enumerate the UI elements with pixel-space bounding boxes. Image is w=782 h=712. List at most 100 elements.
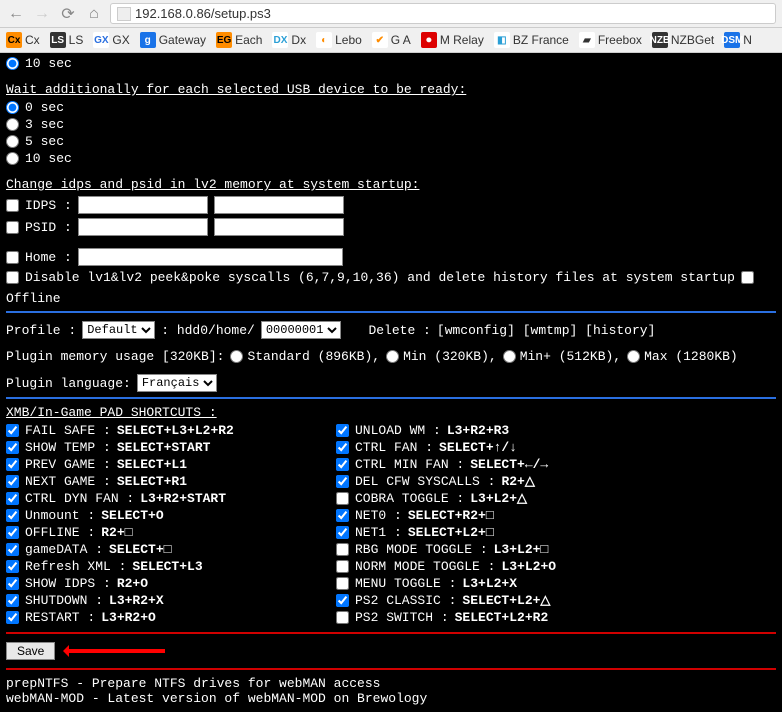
shortcut-label: NORM MODE TOGGLE : (355, 559, 495, 574)
bookmark-item[interactable]: CxCx (6, 32, 40, 48)
forward-button[interactable]: → (32, 4, 52, 24)
memory-radio[interactable] (230, 350, 243, 363)
profile-path-select[interactable]: 00000001 (261, 321, 341, 339)
language-select[interactable]: Français (137, 374, 217, 392)
offline-checkbox[interactable] (741, 271, 754, 284)
usb-wait-label: 10 sec (25, 151, 72, 166)
shortcut-checkbox[interactable] (6, 526, 19, 539)
shortcut-row: SHUTDOWN : L3+R2+X (6, 592, 306, 609)
bookmark-item[interactable]: ✔G A (372, 32, 411, 48)
home-checkbox[interactable] (6, 251, 19, 264)
bookmark-item[interactable]: GXGX (93, 32, 129, 48)
profile-select[interactable]: Default (82, 321, 155, 339)
shortcut-checkbox[interactable] (336, 526, 349, 539)
usb-wait-radio[interactable] (6, 152, 19, 165)
idps-field-2[interactable] (214, 196, 344, 214)
delete-link-wmconfig[interactable]: wmconfig (445, 323, 507, 338)
shortcut-checkbox[interactable] (336, 475, 349, 488)
shortcut-label: SHUTDOWN : (25, 593, 103, 608)
shortcut-checkbox[interactable] (6, 594, 19, 607)
reload-button[interactable]: ⟳ (58, 4, 78, 24)
usb-wait-radio[interactable] (6, 118, 19, 131)
radio-trail-10sec[interactable] (6, 57, 19, 70)
save-button[interactable]: Save (6, 642, 55, 660)
shortcut-checkbox[interactable] (336, 611, 349, 624)
back-button[interactable]: ← (6, 4, 26, 24)
shortcut-checkbox[interactable] (336, 577, 349, 590)
radio-trail: 10 sec (6, 55, 776, 72)
shortcut-checkbox[interactable] (6, 577, 19, 590)
syscalls-checkbox[interactable] (6, 271, 19, 284)
shortcut-combo: SELECT+↑/↓ (439, 440, 517, 455)
shortcut-checkbox[interactable] (6, 441, 19, 454)
shortcut-checkbox[interactable] (6, 424, 19, 437)
shortcut-checkbox[interactable] (336, 543, 349, 556)
bookmark-item[interactable]: ▰Freebox (579, 32, 642, 48)
url-bar[interactable] (110, 3, 776, 24)
shortcut-checkbox[interactable] (336, 424, 349, 437)
shortcut-combo: L3+L2+□ (494, 542, 549, 557)
memory-radio[interactable] (386, 350, 399, 363)
syscalls-label: Disable lv1&lv2 peek&poke syscalls (6,7,… (25, 270, 735, 285)
url-input[interactable] (135, 6, 769, 21)
memory-radio[interactable] (503, 350, 516, 363)
shortcut-checkbox[interactable] (6, 560, 19, 573)
shortcut-checkbox[interactable] (336, 560, 349, 573)
bookmark-item[interactable]: LSLS (50, 32, 84, 48)
shortcut-checkbox[interactable] (336, 441, 349, 454)
usb-wait-label: 3 sec (25, 117, 64, 132)
webmanmod-link[interactable]: webMAN-MOD - Latest version of webMAN-MO… (6, 691, 427, 706)
psid-checkbox[interactable] (6, 221, 19, 234)
bookmarks-bar: CxCx LSLS GXGX gGateway EGEach DXDx ◐Lebo ✔G A ⏺… (0, 28, 782, 53)
shortcut-label: NET1 : (355, 525, 402, 540)
prepntfs-link[interactable]: prepNTFS - Prepare NTFS drives for webMA… (6, 676, 380, 691)
shortcut-checkbox[interactable] (336, 594, 349, 607)
shortcut-row: NEXT GAME : SELECT+R1 (6, 473, 306, 490)
usb-wait-option: 0 sec (6, 99, 776, 116)
delete-link-wmtmp[interactable]: wmtmp (531, 323, 570, 338)
bookmark-item[interactable]: ◧BZ France (494, 32, 569, 48)
bookmark-icon: ◐ (316, 32, 332, 48)
shortcut-checkbox[interactable] (6, 509, 19, 522)
shortcut-checkbox[interactable] (6, 543, 19, 556)
memory-option-label: Max (1280KB) (644, 349, 738, 364)
shortcut-row: Unmount : SELECT+O (6, 507, 306, 524)
bookmark-item[interactable]: DSMN (724, 32, 752, 48)
psid-field-1[interactable] (78, 218, 208, 236)
usb-wait-radio[interactable] (6, 135, 19, 148)
shortcut-checkbox[interactable] (6, 458, 19, 471)
shortcut-checkbox[interactable] (336, 492, 349, 505)
delete-link-history[interactable]: history (593, 323, 648, 338)
psid-field-2[interactable] (214, 218, 344, 236)
shortcut-combo: SELECT+O (101, 508, 163, 523)
bookmark-item[interactable]: ⏺M Relay (421, 32, 484, 48)
bookmark-icon: NZB (652, 32, 668, 48)
home-field[interactable] (78, 248, 343, 266)
shortcut-checkbox[interactable] (336, 458, 349, 471)
shortcut-combo: SELECT+START (117, 440, 211, 455)
shortcut-combo: L3+L2+△ (470, 491, 527, 506)
shortcut-label: PREV GAME : (25, 457, 111, 472)
bookmark-item[interactable]: DXDx (272, 32, 306, 48)
bookmark-item[interactable]: EGEach (216, 32, 262, 48)
shortcut-checkbox[interactable] (6, 611, 19, 624)
memory-radio[interactable] (627, 350, 640, 363)
usb-wait-label: 5 sec (25, 134, 64, 149)
memory-row: Plugin memory usage [320KB]: Standard (8… (6, 347, 776, 366)
shortcut-checkbox[interactable] (6, 492, 19, 505)
usb-wait-radio[interactable] (6, 101, 19, 114)
idps-psid-heading: Change idps and psid in lv2 memory at sy… (6, 177, 776, 192)
home-button[interactable]: ⌂ (84, 4, 104, 24)
bookmark-item[interactable]: gGateway (140, 32, 206, 48)
idps-field-1[interactable] (78, 196, 208, 214)
shortcut-checkbox[interactable] (336, 509, 349, 522)
usb-wait-label: 0 sec (25, 100, 64, 115)
shortcut-combo: SELECT+L3+L2+R2 (117, 423, 234, 438)
idps-checkbox[interactable] (6, 199, 19, 212)
shortcut-label: RBG MODE TOGGLE : (355, 542, 488, 557)
language-row: Plugin language: Français (6, 372, 776, 394)
bookmark-item[interactable]: NZBNZBGet (652, 32, 714, 48)
bookmark-item[interactable]: ◐Lebo (316, 32, 362, 48)
shortcut-row: OFFLINE : R2+□ (6, 524, 306, 541)
shortcut-checkbox[interactable] (6, 475, 19, 488)
